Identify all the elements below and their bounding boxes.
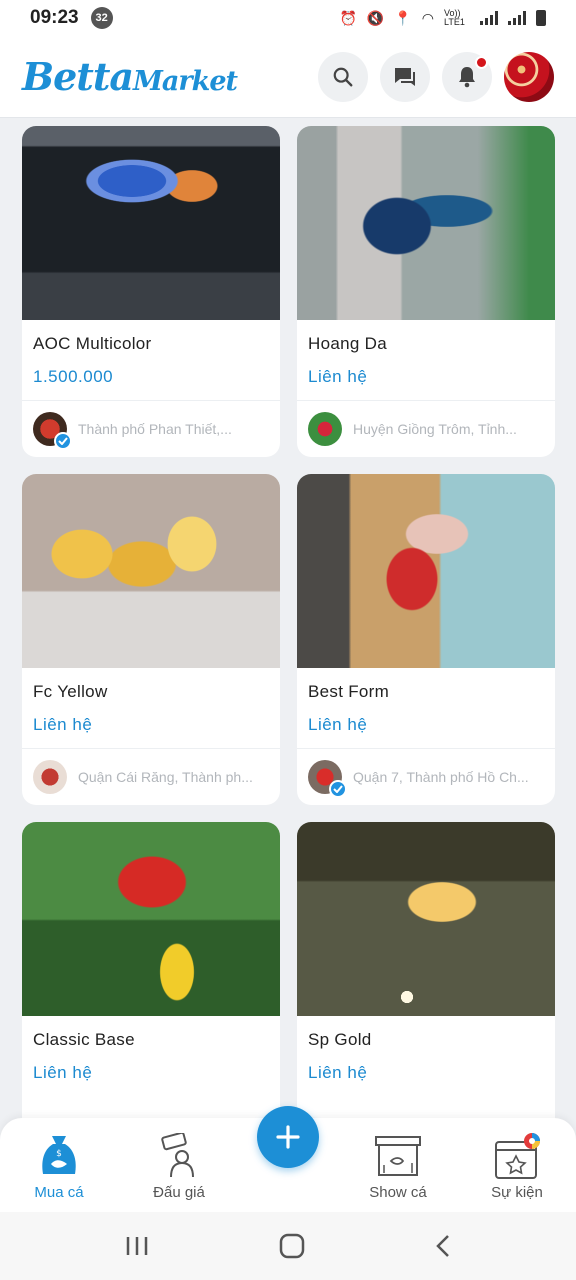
chat-icon	[395, 67, 415, 86]
money-bag-icon: $	[42, 1136, 76, 1174]
product-image	[297, 474, 555, 668]
seller-location: Thành phố Phan Thiết,...	[78, 421, 232, 437]
product-image	[22, 822, 280, 1016]
product-price: Liên hệ	[33, 1063, 93, 1082]
product-price: Liên hệ	[308, 715, 368, 734]
user-avatar[interactable]	[504, 51, 554, 102]
nav-label: Mua cá	[34, 1184, 84, 1201]
seller-avatar	[308, 412, 342, 446]
nav-label: Đấu giá	[153, 1184, 205, 1201]
notifications-button[interactable]	[442, 51, 492, 102]
aquarium-icon	[375, 1136, 421, 1176]
status-icons: ⏰ 🔇 📍 ◠ Vo)) LTE1	[339, 9, 546, 27]
betta-market-logo[interactable]: BettaMarket	[22, 54, 238, 99]
notification-count-badge: 32	[90, 7, 113, 29]
nav-label: Sự kiện	[491, 1184, 543, 1201]
seller-avatar	[308, 760, 347, 798]
signal-icon	[480, 11, 498, 25]
product-image	[297, 126, 555, 320]
seller-info: Quận Cái Răng, Thành ph...	[22, 748, 280, 805]
seller-info: Quận 7, Thành phố Hồ Ch...	[297, 748, 555, 805]
verified-icon	[329, 780, 347, 798]
alarm-icon: ⏰	[339, 9, 357, 26]
seller-location: Quận 7, Thành phố Hồ Ch...	[353, 769, 529, 785]
mute-icon: 🔇	[366, 9, 385, 26]
auction-icon	[161, 1133, 194, 1178]
svg-text:$: $	[56, 1149, 62, 1159]
bell-icon	[459, 66, 475, 87]
header-actions	[318, 51, 554, 102]
product-image	[22, 126, 280, 320]
plus-icon	[276, 1125, 300, 1149]
app-header: BettaMarket	[0, 36, 576, 118]
product-title: Sp Gold	[308, 1030, 372, 1049]
product-title: Hoang Da	[308, 334, 387, 353]
product-card[interactable]: AOC Multicolor 1.500.000 Thành phố Phan …	[22, 126, 280, 457]
event-calendar-icon	[495, 1133, 540, 1179]
nav-show-fish[interactable]: Show cá	[343, 1132, 453, 1201]
seller-location: Huyện Giồng Trôm, Tỉnh...	[353, 421, 517, 437]
seller-info: Huyện Giồng Trôm, Tỉnh...	[297, 400, 555, 457]
system-nav-bar	[0, 1212, 576, 1280]
seller-location: Quận Cái Răng, Thành ph...	[78, 769, 253, 785]
nav-auction[interactable]: Đấu giá	[124, 1132, 234, 1201]
chat-button[interactable]	[380, 51, 430, 102]
seller-info: Thành phố Phan Thiết,...	[22, 400, 280, 457]
seller-avatar	[33, 412, 72, 450]
battery-icon	[536, 10, 546, 26]
status-time: 09:23	[30, 7, 79, 28]
product-price: Liên hệ	[33, 715, 93, 734]
product-title: Best Form	[308, 682, 390, 701]
product-price: 1.500.000	[33, 367, 114, 386]
location-icon: 📍	[394, 9, 412, 26]
wifi-icon: ◠	[421, 9, 434, 26]
product-card[interactable]: Best Form Liên hệ Quận 7, Thành phố Hồ C…	[297, 474, 555, 805]
back-icon[interactable]	[435, 1234, 451, 1258]
network-label: Vo)) LTE1	[444, 8, 465, 27]
add-listing-button[interactable]	[257, 1106, 319, 1168]
signal-icon-2	[508, 11, 526, 25]
product-title: Classic Base	[33, 1030, 135, 1049]
product-card[interactable]: Hoang Da Liên hệ Huyện Giồng Trôm, Tỉnh.…	[297, 126, 555, 457]
product-image	[22, 474, 280, 668]
nav-buy-fish[interactable]: $ Mua cá	[4, 1132, 114, 1201]
search-button[interactable]	[318, 51, 368, 102]
product-card[interactable]: Sp Gold Liên hệ	[297, 822, 555, 1153]
verified-icon	[54, 432, 72, 450]
seller-avatar	[33, 760, 67, 794]
product-card[interactable]: Fc Yellow Liên hệ Quận Cái Răng, Thành p…	[22, 474, 280, 805]
product-title: AOC Multicolor	[33, 334, 152, 353]
product-title: Fc Yellow	[33, 682, 108, 701]
home-icon[interactable]	[279, 1233, 305, 1259]
product-grid: AOC Multicolor 1.500.000 Thành phố Phan …	[22, 126, 556, 1153]
nav-events[interactable]: Sự kiện	[462, 1132, 572, 1201]
search-icon	[333, 67, 353, 86]
product-price: Liên hệ	[308, 1063, 368, 1082]
product-price: Liên hệ	[308, 367, 368, 386]
notification-dot	[475, 55, 488, 69]
logo-market: Market	[133, 66, 238, 97]
nav-label: Show cá	[369, 1184, 427, 1201]
recent-apps-icon[interactable]	[125, 1235, 149, 1257]
product-image	[297, 822, 555, 1016]
product-card[interactable]: Classic Base Liên hệ	[22, 822, 280, 1153]
logo-betta: Betta	[22, 54, 134, 99]
status-bar: 09:23 32 ⏰ 🔇 📍 ◠ Vo)) LTE1	[0, 0, 576, 36]
